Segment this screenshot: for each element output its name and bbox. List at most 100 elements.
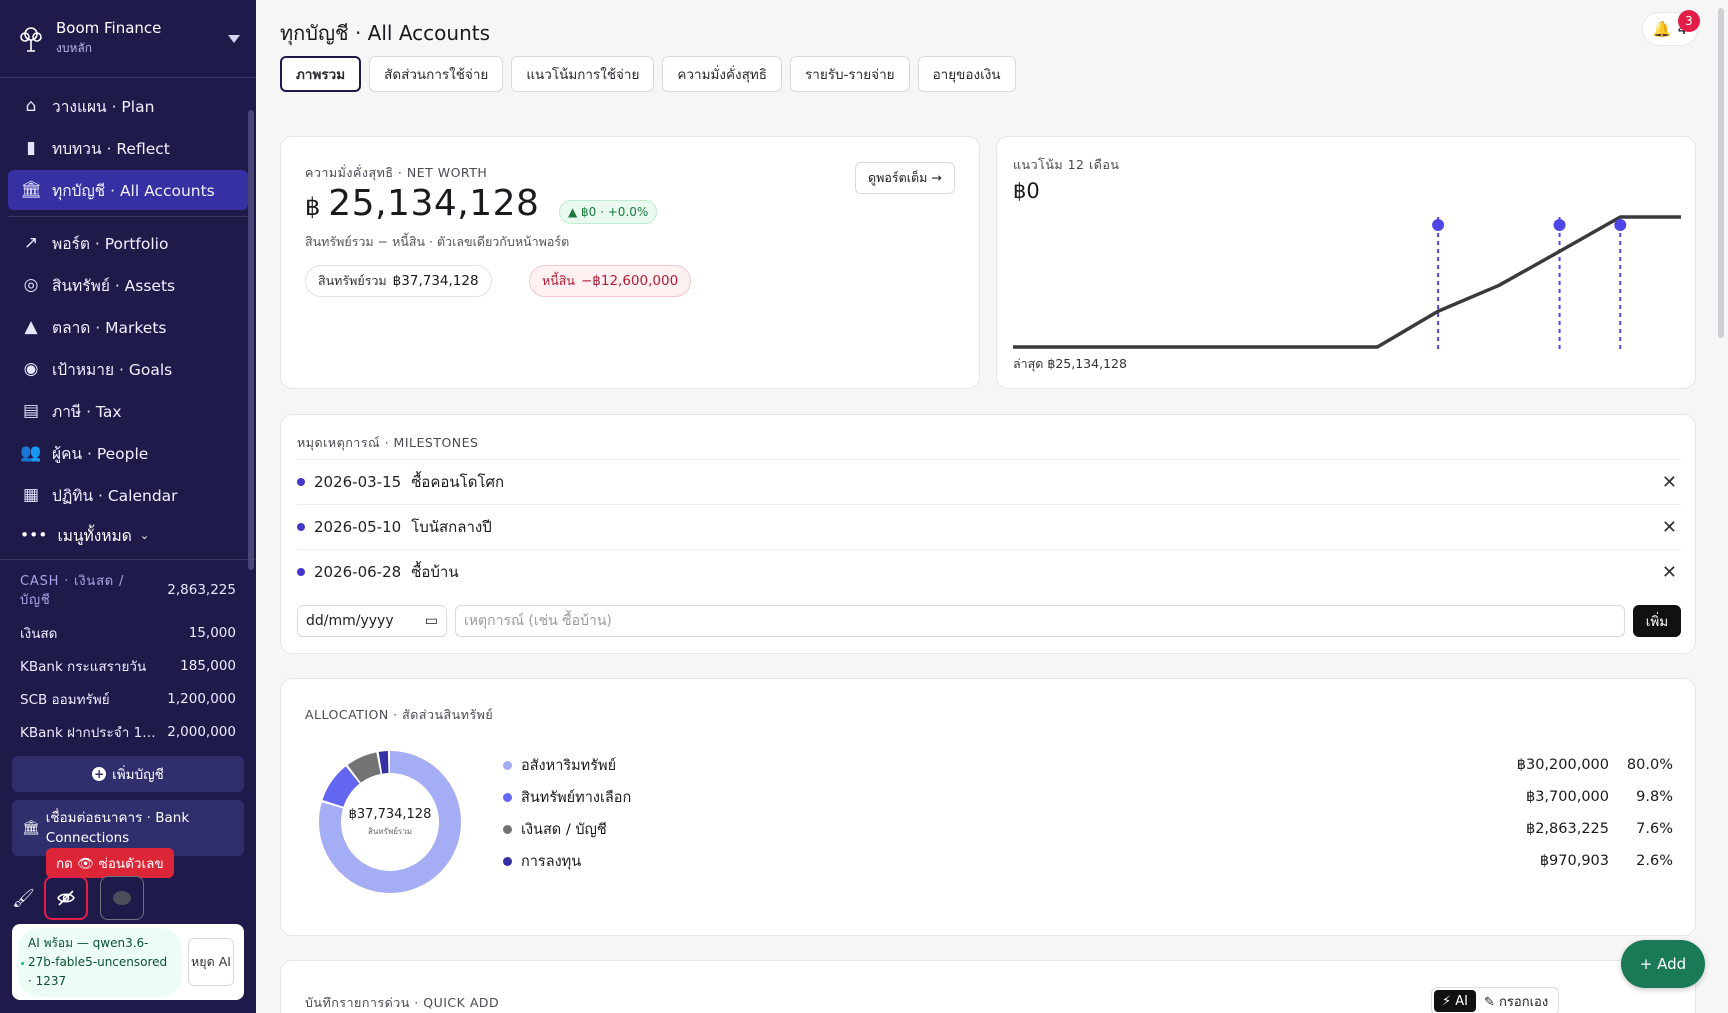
nav-item-markets[interactable]: ▲ ตลาด · Markets [8, 307, 248, 347]
milestone-date: 2026-06-28 [314, 563, 402, 581]
net-worth-delta-badge: ▲ ฿0 · +0.0% [559, 200, 658, 224]
brand-budget: งบหลัก [56, 41, 93, 55]
legend-dot-icon [503, 760, 512, 770]
account-name: SCB ออมทรัพย์ [20, 691, 110, 708]
all-menu-toggle[interactable]: ••• เมนูทั้งหมด ⌄ [8, 517, 248, 553]
account-amount: 2,000,000 [167, 723, 236, 740]
legend-percent: 2.6% [1636, 853, 1673, 869]
legend-name: การลงทุน [521, 853, 582, 870]
tab-overview[interactable]: ภาพรวม [280, 56, 362, 92]
nav-item-reflect[interactable]: ▮ ทบทวน · Reflect [8, 128, 248, 168]
tab-spending-trend[interactable]: แนวโน้มการใช้จ่าย [511, 56, 655, 92]
donut-center: ฿37,734,128 สินทรัพย์รวม [315, 747, 465, 897]
tab-age-of-money[interactable]: อายุของเงิน [917, 56, 1016, 92]
add-fab-button[interactable]: + Add [1621, 940, 1705, 988]
nav-item-goals[interactable]: ◉ เป้าหมาย · Goals [8, 349, 248, 389]
bank-connections-label: เชื่อมต่อธนาคาร · Bank Connections [45, 810, 190, 846]
legend-percent: 7.6% [1636, 821, 1673, 837]
close-icon[interactable]: ✕ [1662, 472, 1677, 493]
allocation-legend-row: เงินสด / บัญชี ฿2,863,225 7.6% [503, 813, 1673, 845]
account-amount: 1,200,000 [167, 690, 236, 707]
nav-item-portfolio[interactable]: ↗ พอร์ต · Portfolio [8, 223, 248, 263]
milestone-title-input[interactable]: เหตุการณ์ (เช่น ซื้อบ้าน) [455, 605, 1625, 637]
milestone-date-input[interactable]: dd/mm/yyyy ▭ [297, 605, 447, 637]
cash-total: 2,863,225 [167, 582, 236, 598]
donut-center-label: สินทรัพย์รวม [368, 826, 412, 836]
add-account-button[interactable]: + เพิ่มบัญชี [12, 756, 244, 792]
paint-roller-icon[interactable]: 🖌 [12, 888, 35, 909]
nav-divider [8, 216, 248, 217]
legend-percent: 80.0% [1626, 757, 1673, 773]
account-row[interactable]: เงินสด 15,000 [20, 616, 236, 649]
legend-dot-icon [503, 792, 512, 802]
chat-button[interactable] [100, 876, 144, 920]
main-scrollbar[interactable] [1718, 8, 1724, 338]
all-menu-label: เมนูทั้งหมด [57, 526, 132, 545]
account-name: KBank กระแสรายวัน [20, 658, 147, 675]
milestone-form: dd/mm/yyyy ▭ เหตุการณ์ (เช่น ซื้อบ้าน) เ… [297, 605, 1681, 637]
allocation-label: ALLOCATION · สัดส่วนสินทรัพย์ [305, 707, 494, 722]
assets-icon: ◎ [23, 275, 39, 295]
account-row[interactable]: SCB ออมทรัพย์ 1,200,000 [20, 682, 236, 715]
milestone-dot-icon [297, 523, 305, 531]
nav-item-tax[interactable]: ▤ ภาษี · Tax [8, 391, 248, 431]
currency-symbol: ฿ [305, 193, 321, 221]
page-title: ทุกบัญชี · All Accounts [280, 21, 490, 45]
main-content: ทุกบัญชี · All Accounts 🔔 4 3 ภาพรวม สัด… [256, 0, 1728, 1013]
nav-label: พอร์ต · Portfolio [52, 234, 169, 253]
legend-amount: ฿30,200,000 [1516, 757, 1609, 773]
ai-status-card: AI พร้อม — qwen3.6-27b-fable5-uncensored… [12, 924, 244, 1000]
sidebar-scrollbar[interactable] [248, 110, 254, 570]
allocation-legend-row: การลงทุน ฿970,903 2.6% [503, 845, 1673, 877]
stop-ai-button[interactable]: หยุด AI [188, 938, 234, 986]
milestone-title: ซื้อคอนโดโศก [411, 473, 505, 491]
net-worth-card: ความมั่งคั่งสุทธิ · NET WORTH ฿ 25,134,1… [280, 136, 980, 389]
nav-label: วางแผน · Plan [52, 97, 155, 116]
view-portfolio-button[interactable]: ดูพอร์ตเต็ม → [855, 162, 955, 194]
portfolio-icon: ↗ [23, 233, 39, 253]
milestone-marker-point[interactable] [1432, 219, 1445, 231]
milestone-row: 2026-05-10 โบนัสกลางปี ✕ [297, 504, 1681, 549]
nav-item-all-accounts[interactable]: 🏛 ทุกบัญชี · All Accounts [8, 170, 248, 210]
milestone-date: 2026-03-15 [314, 473, 402, 491]
trend-card: แนวโน้ม 12 เดือน ฿0 ล่าสุด ฿25,134,128 [996, 136, 1696, 389]
total-assets-pill: สินทรัพย์รวม ฿37,734,128 [305, 265, 492, 297]
nav-label: สินทรัพย์ · Assets [52, 276, 176, 295]
tab-income-expense[interactable]: รายรับ-รายจ่าย [789, 56, 910, 92]
tab-net-worth[interactable]: ความมั่งคั่งสุทธิ [662, 56, 782, 92]
legend-name: สินทรัพย์ทางเลือก [521, 789, 632, 806]
calendar-icon[interactable]: ▭ [425, 613, 438, 629]
brand-name: Boom Finance [56, 19, 162, 37]
mode-manual-button[interactable]: ✎ กรอกเอง [1476, 991, 1556, 1012]
account-row[interactable]: KBank ฝากประจำ 12 เ... 2,000,000 [20, 715, 236, 748]
add-milestone-button[interactable]: เพิ่ม [1633, 605, 1681, 637]
account-amount: 15,000 [188, 624, 236, 641]
trend-latest: ล่าสุด ฿25,134,128 [1013, 356, 1127, 371]
mode-ai-button[interactable]: ⚡ AI [1434, 990, 1476, 1012]
account-row[interactable]: KBank กระแสรายวัน 185,000 [20, 649, 236, 682]
nav-item-people[interactable]: 👥 ผู้คน · People [8, 433, 248, 473]
hide-numbers-button[interactable] [44, 876, 88, 920]
legend-percent: 9.8% [1636, 789, 1673, 805]
reflect-icon: ▮ [26, 138, 36, 158]
add-account-label: เพิ่มบัญชี [112, 767, 164, 783]
close-icon[interactable]: ✕ [1662, 562, 1677, 583]
nav-item-calendar[interactable]: ▦ ปฏิทิน · Calendar [8, 475, 248, 515]
milestone-marker-point[interactable] [1614, 219, 1627, 231]
milestone-marker-point[interactable] [1553, 219, 1566, 231]
nav-item-plan[interactable]: ⌂ วางแผน · Plan [8, 86, 248, 126]
allocation-card: ALLOCATION · สัดส่วนสินทรัพย์ ฿37,734,12… [280, 678, 1696, 936]
debt-label: หนี้สิน [542, 273, 575, 288]
tab-bar: ภาพรวม สัดส่วนการใช้จ่าย แนวโน้มการใช้จ่… [280, 56, 1016, 92]
milestones-card: หมุดเหตุการณ์ · MILESTONES 2026-03-15 ซื… [280, 414, 1696, 654]
tab-spending-share[interactable]: สัดส่วนการใช้จ่าย [369, 56, 504, 92]
nav-item-assets[interactable]: ◎ สินทรัพย์ · Assets [8, 265, 248, 305]
quick-add-mode-toggle: ⚡ AI ✎ กรอกเอง [1431, 987, 1560, 1013]
chevron-down-icon[interactable] [228, 34, 240, 43]
chevron-down-icon: ⌄ [139, 528, 150, 542]
close-icon[interactable]: ✕ [1662, 517, 1677, 538]
net-worth-amount: 25,134,128 [328, 183, 540, 224]
people-icon: 👥 [20, 443, 42, 463]
ai-status-text: AI พร้อม — qwen3.6-27b-fable5-uncensored… [28, 935, 168, 988]
workspace-switcher[interactable]: Boom Finance งบหลัก [0, 0, 256, 78]
